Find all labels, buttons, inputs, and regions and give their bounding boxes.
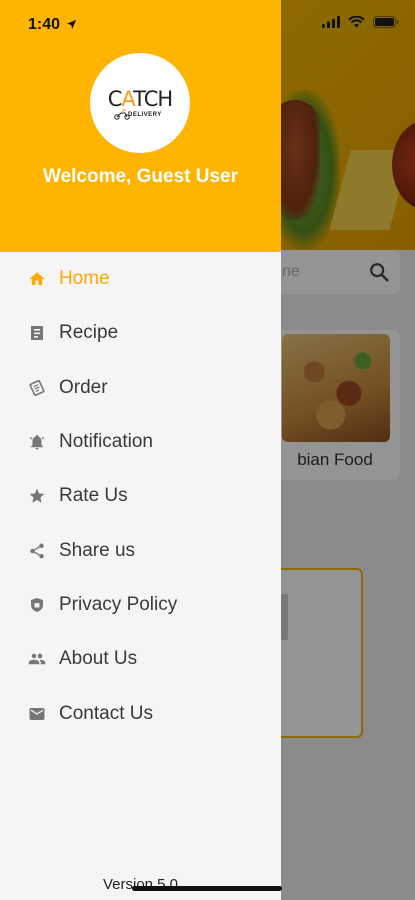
menu-item-share-us[interactable]: Share us (0, 523, 281, 577)
signal-icon (322, 16, 340, 28)
navigation-drawer: CATCH DELIVERY Welcome, Guest User Home (0, 0, 281, 900)
menu-item-label: Privacy Policy (59, 593, 178, 615)
menu-item-recipe[interactable]: Recipe (0, 306, 281, 360)
status-bar: 1:40 (0, 0, 415, 50)
menu-item-label: Rate Us (59, 485, 128, 507)
wifi-icon (348, 16, 365, 28)
shield-icon (27, 595, 47, 615)
share-icon (27, 541, 47, 561)
welcome-text: Welcome, Guest User (42, 166, 238, 187)
menu-item-label: Home (59, 268, 110, 290)
star-icon (27, 486, 47, 506)
menu-item-rate-us[interactable]: Rate Us (0, 469, 281, 523)
menu-item-contact-us[interactable]: Contact Us (0, 686, 281, 740)
app-logo: CATCH DELIVERY (90, 53, 190, 153)
people-icon (27, 649, 47, 669)
menu-item-label: About Us (59, 648, 138, 670)
location-arrow-icon (66, 19, 77, 30)
battery-icon (373, 16, 399, 28)
menu-item-label: Order (59, 376, 108, 398)
recipe-icon (27, 323, 47, 343)
menu-item-about-us[interactable]: About Us (0, 632, 281, 686)
menu-item-label: Recipe (59, 322, 119, 344)
status-time: 1:40 (28, 16, 61, 33)
order-icon (27, 378, 47, 398)
logo-subtext: DELIVERY (128, 112, 162, 118)
menu-item-notification[interactable]: Notification (0, 415, 281, 469)
menu-item-order[interactable]: Order (0, 361, 281, 415)
menu-item-home[interactable]: Home (0, 252, 281, 306)
menu-item-label: Share us (59, 539, 136, 561)
home-indicator[interactable] (132, 886, 282, 891)
home-icon (27, 269, 47, 289)
bell-icon (27, 432, 47, 452)
menu-item-privacy-policy[interactable]: Privacy Policy (0, 578, 281, 632)
menu-item-label: Contact Us (59, 702, 153, 724)
drawer-menu: Home Recipe Order Notification Rate Us S… (0, 252, 281, 741)
mail-icon (27, 704, 47, 724)
menu-item-label: Notification (59, 431, 153, 453)
